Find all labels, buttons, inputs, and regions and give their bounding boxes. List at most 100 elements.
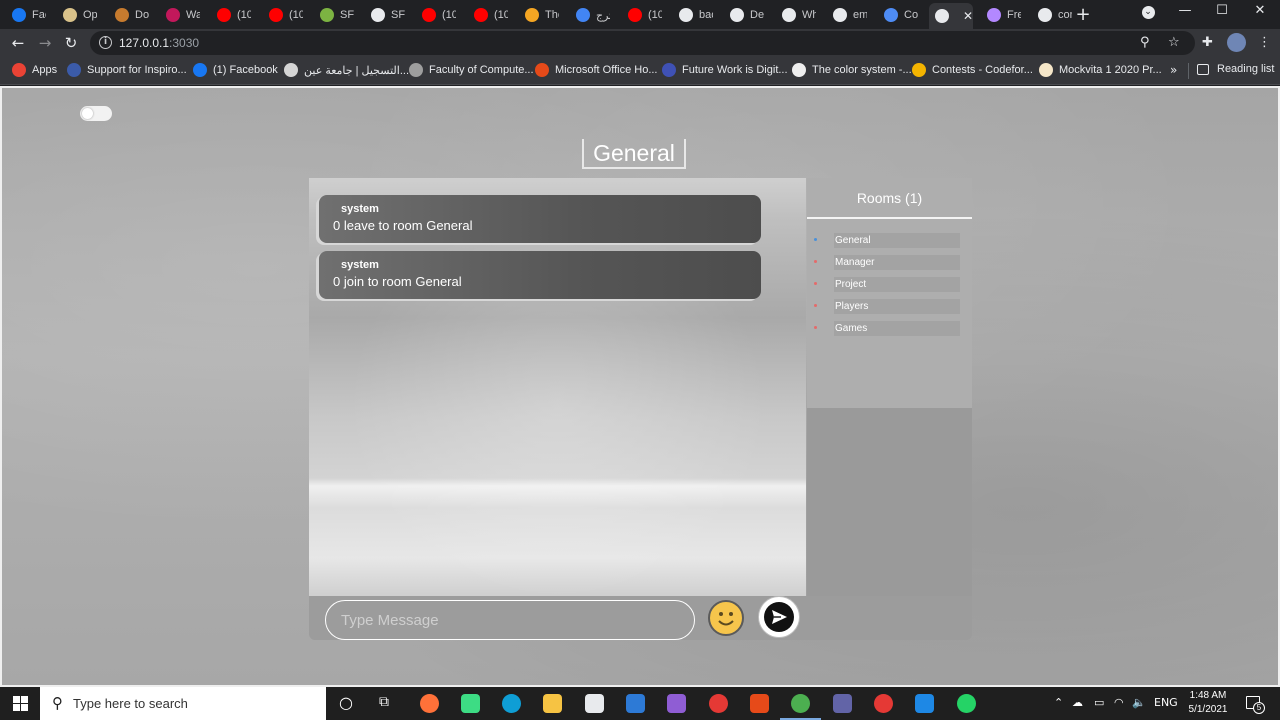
android-studio-icon[interactable] bbox=[461, 694, 480, 713]
minimize-button[interactable]: — bbox=[1175, 3, 1195, 18]
bookmark-item[interactable]: Microsoft Office Ho... bbox=[535, 63, 658, 77]
browser-tab[interactable]: Wat bbox=[160, 3, 208, 27]
recorder-icon[interactable] bbox=[874, 694, 893, 713]
browser-tab[interactable]: (10 bbox=[416, 3, 464, 27]
browser-tab[interactable]: (10 bbox=[263, 3, 311, 27]
tab-search-button[interactable]: ⌄ bbox=[1138, 3, 1158, 19]
browser-tab[interactable]: SFM bbox=[314, 3, 362, 27]
cortana-icon[interactable]: ○ bbox=[339, 693, 353, 712]
tab-title: Ope bbox=[83, 9, 97, 21]
bookmark-favicon-icon bbox=[67, 63, 81, 77]
battery-icon[interactable]: ▭ bbox=[1094, 696, 1104, 709]
maximize-button[interactable]: ☐ bbox=[1212, 3, 1232, 18]
store-icon[interactable] bbox=[585, 694, 604, 713]
task-view-icon[interactable]: ⧉ bbox=[379, 694, 389, 710]
bookmark-item[interactable]: The color system -... bbox=[792, 63, 912, 77]
visual-studio-icon[interactable] bbox=[667, 694, 686, 713]
bookmark-item[interactable]: Faculty of Compute... bbox=[409, 63, 534, 77]
room-item-games[interactable]: Games bbox=[814, 321, 960, 336]
browser-tab[interactable]: em bbox=[827, 3, 875, 27]
tray-overflow-icon[interactable]: ⌃ bbox=[1054, 696, 1063, 709]
office-icon[interactable] bbox=[750, 694, 769, 713]
browser-tab[interactable]: Face bbox=[6, 3, 54, 27]
whatsapp-icon[interactable] bbox=[957, 694, 976, 713]
url-text[interactable]: 127.0.0.1:3030 bbox=[119, 36, 199, 50]
wifi-icon[interactable]: ◠ bbox=[1114, 696, 1124, 709]
browser-tab[interactable]: bac bbox=[673, 3, 721, 27]
youtube-icon bbox=[422, 8, 436, 22]
bookmark-label: Faculty of Compute... bbox=[429, 64, 534, 76]
teams-icon[interactable] bbox=[833, 694, 852, 713]
clock-date: 5/1/2021 bbox=[1188, 704, 1228, 715]
address-bar[interactable]: i 127.0.0.1:3030 ⚲ ☆ bbox=[90, 31, 1195, 55]
google-icon bbox=[833, 8, 847, 22]
browser-tab[interactable]: (10 bbox=[622, 3, 670, 27]
mail-icon[interactable] bbox=[626, 694, 645, 713]
browser-tab[interactable]: Free bbox=[981, 3, 1029, 27]
bookmark-item[interactable]: Apps bbox=[12, 63, 57, 77]
language-indicator[interactable]: ENG bbox=[1154, 696, 1178, 709]
tab-title: (10 bbox=[648, 9, 662, 21]
room-item-manager[interactable]: Manager bbox=[814, 255, 960, 270]
message-input[interactable] bbox=[325, 600, 695, 640]
bookmarks-bar: » Reading list Apps Support for Inspiro..… bbox=[0, 57, 1280, 85]
vscode-icon[interactable] bbox=[915, 694, 934, 713]
start-button[interactable] bbox=[13, 696, 28, 711]
browser-tab[interactable]: SFM bbox=[365, 3, 413, 27]
bookmarks-overflow-button[interactable]: » bbox=[1170, 63, 1177, 77]
room-item-project[interactable]: Project bbox=[814, 277, 960, 292]
bookmark-label: Support for Inspiro... bbox=[87, 64, 187, 76]
bookmark-favicon-icon bbox=[792, 63, 806, 77]
bookmark-item[interactable]: Contests - Codefor... bbox=[912, 63, 1033, 77]
browser-tab[interactable]: Wh bbox=[776, 3, 824, 27]
reload-button[interactable]: ↻ bbox=[62, 34, 80, 52]
bookmark-item[interactable]: التسجيل | جامعة عين... bbox=[284, 63, 409, 77]
room-label: Players bbox=[834, 299, 960, 314]
edge-icon[interactable] bbox=[502, 694, 521, 713]
browser-tab[interactable]: con bbox=[1032, 3, 1080, 27]
page-icon bbox=[63, 8, 77, 22]
onedrive-icon[interactable]: ☁ bbox=[1072, 696, 1083, 709]
zoom-icon[interactable]: ⚲ bbox=[1140, 35, 1150, 50]
notifications-button[interactable]: 5 bbox=[1246, 696, 1265, 714]
extensions-icon[interactable]: ✚ bbox=[1202, 35, 1213, 50]
browser-tab[interactable]: ✕ bbox=[929, 3, 973, 29]
browser-tab[interactable]: Ope bbox=[57, 3, 105, 27]
media-player-icon[interactable] bbox=[709, 694, 728, 713]
menu-icon[interactable]: ⋮ bbox=[1258, 35, 1271, 50]
reading-list-button[interactable]: Reading list bbox=[1197, 63, 1274, 75]
tab-title: SFM bbox=[391, 9, 405, 21]
browser-tab[interactable]: ترج bbox=[570, 3, 618, 27]
browser-tab[interactable]: Def bbox=[724, 3, 772, 27]
file-explorer-icon[interactable] bbox=[543, 694, 562, 713]
room-item-general[interactable]: General bbox=[814, 233, 960, 248]
emoji-button[interactable] bbox=[708, 600, 744, 636]
tab-close-icon[interactable]: ✕ bbox=[963, 9, 973, 23]
browser-tab[interactable]: The bbox=[519, 3, 567, 27]
firefox-icon[interactable] bbox=[420, 694, 439, 713]
browser-tab[interactable]: Dov bbox=[109, 3, 157, 27]
forward-button[interactable]: → bbox=[36, 34, 54, 52]
shield-icon bbox=[115, 8, 129, 22]
bookmark-item[interactable]: (1) Facebook bbox=[193, 63, 278, 77]
profile-avatar[interactable] bbox=[1227, 33, 1246, 52]
bookmark-star-icon[interactable]: ☆ bbox=[1168, 35, 1180, 50]
chrome-icon[interactable] bbox=[791, 694, 810, 713]
bookmark-item[interactable]: Future Work is Digit... bbox=[662, 63, 788, 77]
tab-strip: + ⌄ — ☐ ✕ FaceOpeDovWat(10(10SFMSFM(10(1… bbox=[0, 0, 1280, 29]
bookmark-item[interactable]: Support for Inspiro... bbox=[67, 63, 187, 77]
site-info-icon[interactable]: i bbox=[99, 36, 112, 49]
clock[interactable]: 1:48 AM 5/1/2021 bbox=[1180, 689, 1236, 717]
volume-icon[interactable]: 🔈 bbox=[1132, 696, 1146, 709]
browser-tab[interactable]: (10 bbox=[211, 3, 259, 27]
taskbar-search[interactable]: ⚲ Type here to search bbox=[40, 687, 326, 720]
back-button[interactable]: ← bbox=[9, 34, 27, 52]
browser-tab[interactable]: Cor bbox=[878, 3, 926, 27]
browser-tab[interactable]: (10 bbox=[468, 3, 516, 27]
theme-toggle[interactable] bbox=[80, 106, 112, 121]
send-button[interactable] bbox=[758, 596, 800, 638]
window-close-button[interactable]: ✕ bbox=[1250, 3, 1270, 18]
room-item-players[interactable]: Players bbox=[814, 299, 960, 314]
bookmark-item[interactable]: Mockvita 1 2020 Pr... bbox=[1039, 63, 1162, 77]
room-label: Games bbox=[834, 321, 960, 336]
